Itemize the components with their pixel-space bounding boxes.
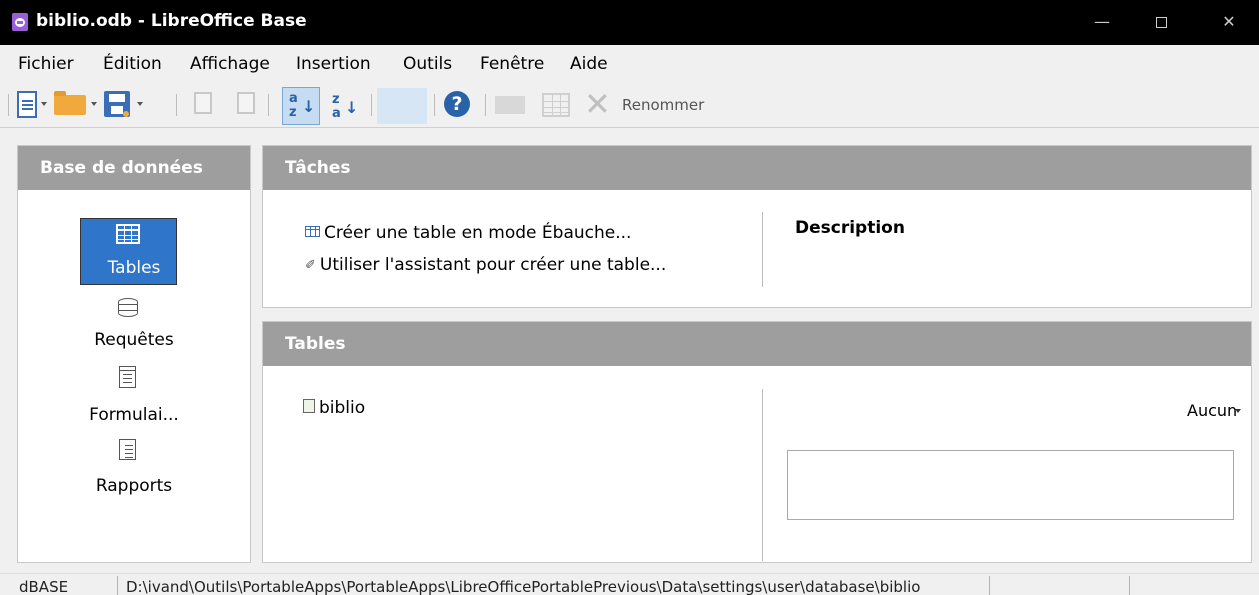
open-folder-icon[interactable] xyxy=(54,91,86,115)
database-icon xyxy=(118,298,138,317)
table-design-icon xyxy=(305,226,320,237)
new-dropdown-arrow[interactable] xyxy=(41,102,47,106)
status-db-type: dBASE xyxy=(19,578,69,595)
help-icon[interactable]: ? xyxy=(444,91,470,117)
toolbar-separator xyxy=(371,94,372,116)
close-icon: ✕ xyxy=(1222,12,1236,31)
tables-divider xyxy=(762,389,763,561)
menu-fichier[interactable]: Fichier xyxy=(18,54,74,74)
paste-icon[interactable] xyxy=(237,92,255,114)
status-separator xyxy=(989,576,990,595)
rename-button[interactable]: Renommer xyxy=(622,96,704,114)
open-dropdown-arrow[interactable] xyxy=(91,102,97,106)
sidebar-item-requetes[interactable]: Requêtes xyxy=(18,330,250,350)
window-title: biblio.odb - LibreOffice Base xyxy=(36,11,307,31)
status-separator xyxy=(117,576,118,595)
database-panel-header: Base de données xyxy=(18,146,250,190)
menu-outils[interactable]: Outils xyxy=(403,54,452,74)
sort-ascending-icon[interactable]: a z ↓ xyxy=(282,87,320,125)
tasks-divider xyxy=(762,212,763,287)
minimize-icon: — xyxy=(1094,12,1110,31)
edit-table-icon[interactable] xyxy=(542,93,570,117)
tasks-panel: Tâches Créer une table en mode Ébauche..… xyxy=(262,145,1252,308)
preview-box xyxy=(787,450,1234,520)
menu-aide[interactable]: Aide xyxy=(570,54,608,74)
preview-mode-select[interactable]: Aucun xyxy=(1187,401,1237,420)
empty-toolbar-slot[interactable] xyxy=(377,88,427,124)
libreoffice-base-icon xyxy=(12,13,28,31)
menu-insertion[interactable]: Insertion xyxy=(296,54,371,74)
status-separator xyxy=(1129,576,1130,595)
menu-affichage[interactable]: Affichage xyxy=(190,54,270,74)
toolbar-separator xyxy=(268,94,269,116)
status-path: D:\ivand\Outils\PortableApps\PortableApp… xyxy=(126,578,921,595)
menu-fenetre[interactable]: Fenêtre xyxy=(480,54,544,74)
table-icon xyxy=(116,224,140,244)
table-doc-icon xyxy=(303,399,315,413)
save-modified-indicator xyxy=(123,111,129,117)
status-bar: dBASE D:\ivand\Outils\PortableApps\Porta… xyxy=(0,573,1259,595)
tables-panel: Tables biblio Aucun xyxy=(262,321,1252,563)
toolbar-separator xyxy=(176,94,177,116)
tasks-header: Tâches xyxy=(263,146,1251,190)
save-dropdown-arrow[interactable] xyxy=(137,102,143,106)
new-document-icon[interactable] xyxy=(17,91,37,118)
copy-icon[interactable] xyxy=(194,92,212,114)
table-item-biblio[interactable]: biblio xyxy=(303,398,365,418)
maximize-button[interactable] xyxy=(1146,8,1176,36)
sort-descending-icon[interactable]: z a ↓ xyxy=(326,89,364,121)
tables-header: Tables xyxy=(263,322,1251,366)
sidebar-item-tables[interactable]: Tables xyxy=(18,258,250,278)
chevron-down-icon[interactable] xyxy=(1235,409,1241,413)
description-title: Description xyxy=(795,218,905,238)
toolbar-handle xyxy=(8,94,9,116)
database-panel: Base de données Tables Requêtes Formulai… xyxy=(17,145,251,563)
menu-edition[interactable]: Édition xyxy=(103,54,162,74)
toolbar-separator xyxy=(485,94,486,116)
form-icon xyxy=(119,366,136,388)
toolbar-separator xyxy=(434,94,435,116)
task-create-design[interactable]: Créer une table en mode Ébauche... xyxy=(305,223,631,243)
report-icon xyxy=(119,439,136,460)
maximize-icon xyxy=(1155,17,1167,28)
close-button[interactable]: ✕ xyxy=(1214,8,1244,36)
task-create-wizard[interactable]: ✐ Utiliser l'assistant pour créer une tab… xyxy=(305,255,666,275)
title-bar: biblio.odb - LibreOffice Base — ✕ xyxy=(0,0,1259,45)
menu-bar: Fichier Édition Affichage Insertion Outi… xyxy=(0,45,1259,82)
open-table-icon[interactable] xyxy=(495,96,525,114)
sidebar-item-rapports[interactable]: Rapports xyxy=(18,476,250,496)
delete-icon[interactable]: ✕ xyxy=(584,88,614,120)
minimize-button[interactable]: — xyxy=(1087,8,1117,36)
sidebar-item-formulaires[interactable]: Formulai... xyxy=(18,405,250,425)
wizard-icon: ✐ xyxy=(305,257,316,273)
